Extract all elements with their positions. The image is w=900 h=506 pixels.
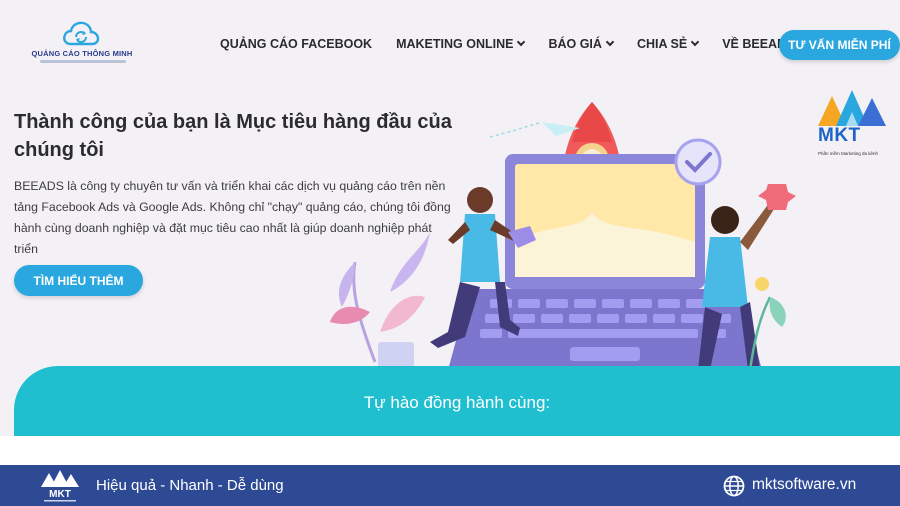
footer-website-link[interactable]: mktsoftware.vn bbox=[752, 476, 856, 494]
mkt-logo-icon bbox=[818, 90, 886, 126]
webpage-screenshot: QUẢNG CÁO THÔNG MINH QUẢNG CÁO FACEBOOK … bbox=[0, 0, 900, 465]
learn-more-button[interactable]: TÌM HIỂU THÊM bbox=[14, 265, 143, 296]
nav-item-maketing-online[interactable]: MAKETING ONLINE bbox=[396, 37, 526, 51]
logo-subtitle-line bbox=[40, 60, 126, 63]
chevron-down-icon bbox=[690, 37, 700, 47]
footer-tagline: Hiệu quả - Nhanh - Dễ dùng bbox=[96, 477, 284, 494]
mkt-badge-subtitle: Phần mềm Marketing đa kênh bbox=[818, 151, 879, 156]
rocket-laptop-illustration bbox=[330, 102, 796, 371]
logo-text: QUẢNG CÁO THÔNG MINH bbox=[31, 49, 133, 58]
globe-icon bbox=[723, 475, 745, 497]
nav-item-quang-cao-facebook[interactable]: QUẢNG CÁO FACEBOOK bbox=[220, 37, 372, 51]
footer-logo-text: MKT bbox=[49, 489, 71, 500]
free-consult-button[interactable]: TƯ VẤN MIỄN PHÍ bbox=[779, 30, 900, 60]
chevron-down-icon bbox=[517, 37, 526, 47]
partners-title: Tự hào đồng hành cùng: bbox=[363, 393, 551, 412]
paper-plane-illustration bbox=[489, 121, 580, 138]
checkmark-icon bbox=[674, 138, 722, 186]
nav-label: MAKETING ONLINE bbox=[396, 37, 514, 51]
mkt-badge: MKT Phần mềm Marketing đa kênh bbox=[812, 88, 892, 160]
nav-label: BÁO GIÁ bbox=[548, 37, 602, 51]
person-right-illustration bbox=[698, 184, 796, 370]
site-logo[interactable]: QUẢNG CÁO THÔNG MINH bbox=[22, 20, 142, 70]
chevron-down-icon bbox=[605, 37, 615, 47]
mkt-logo-icon: MKT bbox=[41, 470, 79, 502]
plant-left-illustration bbox=[330, 232, 430, 370]
nav-label: CHIA SẺ bbox=[636, 37, 688, 51]
partners-logo-area bbox=[0, 436, 900, 465]
nav-item-bao-gia[interactable]: BÁO GIÁ bbox=[548, 37, 615, 51]
site-header: QUẢNG CÁO THÔNG MINH QUẢNG CÁO FACEBOOK … bbox=[0, 0, 900, 88]
main-nav: QUẢNG CÁO FACEBOOK MAKETING ONLINE BÁO G… bbox=[220, 37, 829, 51]
cloud-refresh-logo-icon bbox=[63, 21, 100, 46]
mkt-badge-text: MKT bbox=[818, 125, 861, 146]
nav-item-chia-se[interactable]: CHIA SẺ bbox=[636, 37, 700, 51]
nav-label: QUẢNG CÁO FACEBOOK bbox=[220, 37, 373, 51]
promo-footer-bar: MKT Hiệu quả - Nhanh - Dễ dùng mktsoftwa… bbox=[0, 465, 900, 506]
